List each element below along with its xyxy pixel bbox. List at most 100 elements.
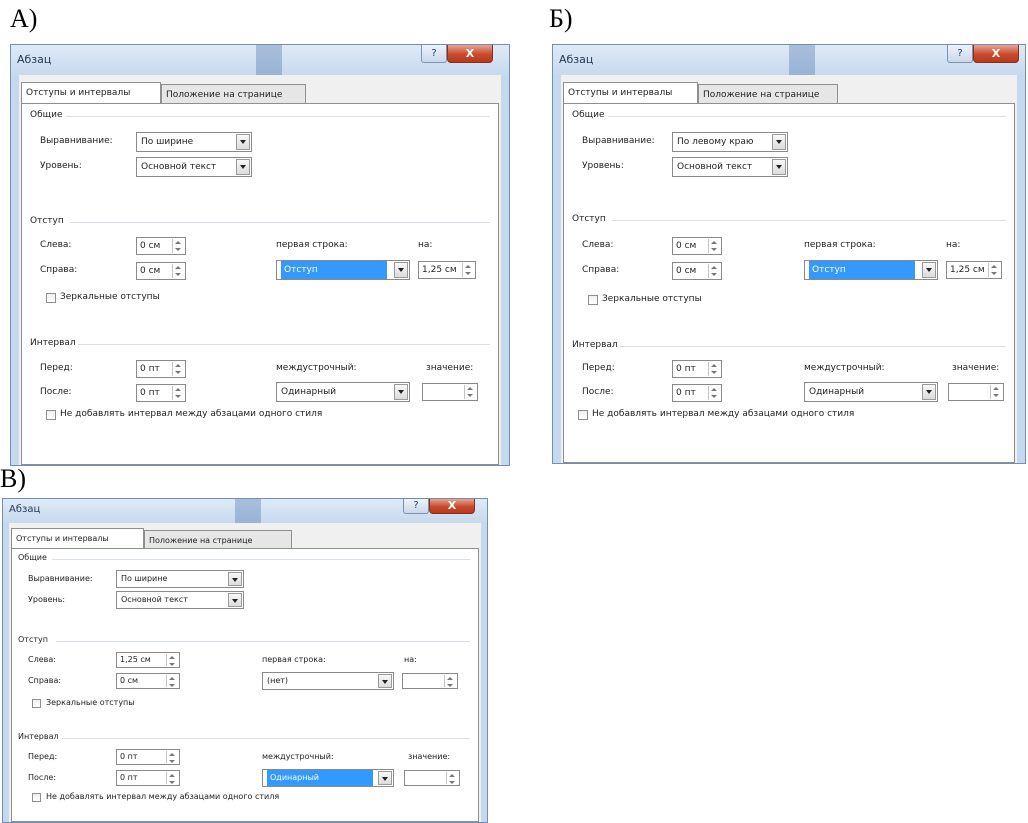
divider [78,344,490,345]
spin-arrows-icon[interactable] [990,385,1002,399]
chevron-down-icon[interactable] [236,134,250,150]
alignment-select[interactable]: По ширине [136,132,252,152]
spin-arrows-icon[interactable] [446,772,458,784]
spin-arrows-icon[interactable] [708,386,720,400]
spin-arrows-icon[interactable] [166,751,178,763]
divider [66,116,490,117]
first-line-select[interactable]: Отступ [276,260,410,280]
mirror-indents-checkbox[interactable] [46,293,56,303]
help-button[interactable]: ? [403,499,429,514]
level-select[interactable]: Основной текст [672,157,788,177]
tab-indents-spacing[interactable]: Отступы и интервалы [11,528,144,550]
group-spacing: Интервал [572,340,618,350]
alignment-select[interactable]: По ширине [116,570,244,588]
spin-arrows-icon[interactable] [172,386,184,400]
spin-arrows-icon[interactable] [172,362,184,376]
paragraph-dialog-b: Абзац ? X Отступы и интервалы Положение … [552,44,1026,464]
chevron-down-icon[interactable] [378,771,392,785]
by-spinner[interactable] [402,673,458,689]
spin-arrows-icon[interactable] [166,772,178,784]
line-spacing-select[interactable]: Одинарный [262,769,394,787]
caption-b: Б) [549,4,573,33]
line-spacing-select[interactable]: Одинарный [804,382,938,402]
spin-arrows-icon[interactable] [172,239,184,253]
right-indent-label: Справа: [28,676,62,685]
chevron-down-icon[interactable] [228,593,242,607]
before-spinner[interactable]: 0 пт [136,360,186,378]
close-button[interactable]: X [447,45,493,63]
by-spinner[interactable]: 1,25 см [418,261,476,279]
no-space-checkbox[interactable] [46,410,56,420]
alignment-select[interactable]: По левому краю [672,132,788,152]
close-button[interactable]: X [973,45,1019,63]
chevron-down-icon[interactable] [236,159,250,175]
mirror-indents-checkbox[interactable] [588,295,598,305]
tab-page-position[interactable]: Положение на странице [161,84,306,103]
right-indent-spinner[interactable]: 0 см [136,262,186,280]
chevron-down-icon[interactable] [228,572,242,586]
spin-arrows-icon[interactable] [462,263,474,277]
spin-arrows-icon[interactable] [708,362,720,376]
left-indent-spinner[interactable]: 0 см [672,237,722,255]
tab-indents-spacing[interactable]: Отступы и интервалы [563,82,698,104]
close-icon: X [447,499,457,512]
left-indent-spinner[interactable]: 1,25 см [116,652,180,668]
mirror-indents-checkbox[interactable] [32,699,41,708]
group-spacing: Интервал [30,338,76,348]
after-spinner[interactable]: 0 пт [116,770,180,786]
tab-indents-spacing[interactable]: Отступы и интервалы [21,82,161,104]
level-select[interactable]: Основной текст [136,157,252,177]
tab-page-position[interactable]: Положение на странице [698,84,838,103]
divider [52,559,470,560]
help-button[interactable]: ? [947,45,973,63]
no-space-checkbox[interactable] [32,793,41,802]
line-spacing-select[interactable]: Одинарный [276,382,410,402]
chevron-down-icon[interactable] [394,262,408,278]
left-indent-spinner[interactable]: 0 см [136,237,186,255]
right-indent-spinner[interactable]: 0 см [116,673,180,689]
value-label: значение: [426,363,474,373]
first-line-select[interactable]: (нет) [262,672,394,690]
chevron-down-icon[interactable] [922,384,936,400]
after-spinner[interactable]: 0 пт [136,384,186,402]
tab-page-position[interactable]: Положение на странице [144,530,292,549]
mirror-indents-label: Зеркальные отступы [60,292,160,302]
after-spinner[interactable]: 0 пт [672,384,722,402]
chevron-down-icon[interactable] [772,134,786,150]
level-select[interactable]: Основной текст [116,591,244,609]
mirror-indents-label: Зеркальные отступы [46,698,135,707]
chevron-down-icon[interactable] [922,262,936,278]
dialog-title: Абзац [559,53,594,66]
value-label: значение: [952,363,1000,373]
spin-arrows-icon[interactable] [708,239,720,253]
first-line-select[interactable]: Отступ [804,260,938,280]
help-button[interactable]: ? [421,45,447,63]
first-line-label: первая строка: [804,240,876,250]
right-indent-spinner[interactable]: 0 см [672,262,722,280]
spin-arrows-icon[interactable] [708,264,720,278]
spin-arrows-icon[interactable] [444,675,456,687]
no-space-checkbox[interactable] [578,410,588,420]
by-spinner[interactable]: 1,25 см [946,261,1002,279]
left-indent-label: Слева: [582,240,614,250]
spin-arrows-icon[interactable] [172,264,184,278]
before-spinner[interactable]: 0 пт [116,749,180,765]
spin-arrows-icon[interactable] [166,654,178,666]
tab-panel: Общие Выравнивание: По ширине Уровень: О… [21,103,499,465]
value-label: значение: [408,752,451,761]
chevron-down-icon[interactable] [378,674,392,688]
before-spinner[interactable]: 0 пт [672,360,722,378]
spin-arrows-icon[interactable] [166,675,178,687]
tab-panel: Общие Выравнивание: По левому краю Урове… [563,103,1015,463]
value-spinner[interactable] [422,383,478,401]
divider [70,222,490,223]
chevron-down-icon[interactable] [772,159,786,175]
close-button[interactable]: X [429,499,475,514]
value-spinner[interactable] [948,383,1004,401]
chevron-down-icon[interactable] [394,384,408,400]
spin-arrows-icon[interactable] [464,385,476,399]
value-spinner[interactable] [404,770,460,786]
spin-arrows-icon[interactable] [988,263,1000,277]
dialog-title: Абзац [9,504,41,515]
dialog-body: Отступы и интервалы Положение на страниц… [561,75,1017,463]
